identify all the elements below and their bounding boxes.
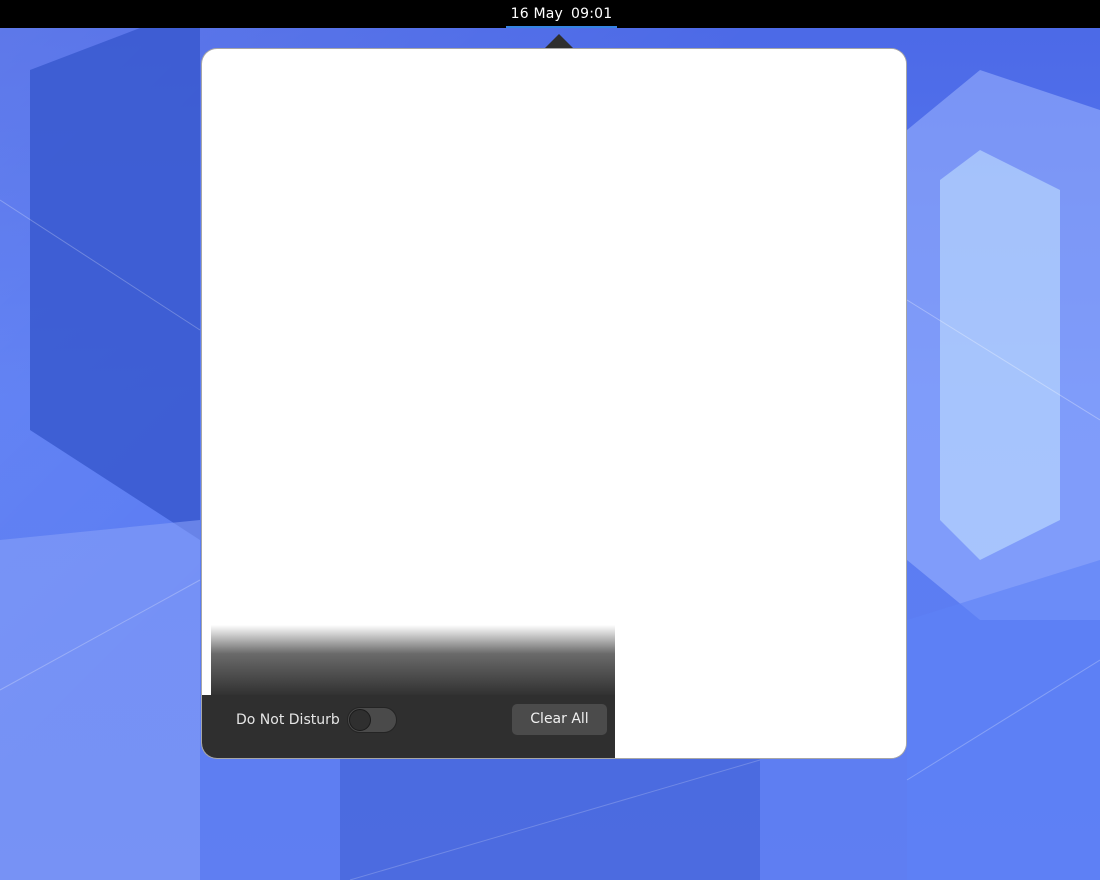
wallpaper-bottom-right — [907, 560, 1100, 880]
clear-all-button[interactable]: Clear All — [512, 704, 607, 735]
wallpaper-line — [0, 199, 201, 331]
top-panel: 16 May 09:01 — [0, 0, 1100, 28]
wallpaper-line — [906, 299, 1100, 421]
wallpaper-hexagon-light-left — [0, 520, 200, 880]
do-not-disturb-switch[interactable] — [347, 707, 397, 733]
clock-active-indicator — [506, 26, 617, 28]
message-tray-footer: Do Not Disturb Clear All — [202, 695, 615, 758]
notification-scroll-fade — [211, 625, 615, 697]
desktop: 16 May 09:01 Do Not Disturb Clear All — [0, 0, 1100, 880]
wallpaper-hexagon-glow — [940, 150, 1060, 560]
popover-arrow — [544, 34, 574, 49]
clock-time: 09:01 — [571, 6, 613, 22]
datetime-popover: Do Not Disturb Clear All — [201, 48, 907, 759]
wallpaper-bottom-dark — [340, 759, 760, 880]
calendar-column — [615, 49, 906, 758]
do-not-disturb-label: Do Not Disturb — [236, 712, 340, 728]
wallpaper-line — [349, 759, 761, 880]
wallpaper-line — [906, 659, 1100, 781]
switch-knob — [349, 709, 371, 731]
notification-list[interactable] — [202, 49, 615, 697]
wallpaper-hexagon-right — [907, 70, 1100, 620]
wallpaper-line — [0, 579, 201, 691]
wallpaper-hexagon-dark — [30, 28, 200, 540]
clock-date: 16 May — [510, 6, 564, 22]
clock-button[interactable]: 16 May 09:01 — [506, 0, 617, 28]
